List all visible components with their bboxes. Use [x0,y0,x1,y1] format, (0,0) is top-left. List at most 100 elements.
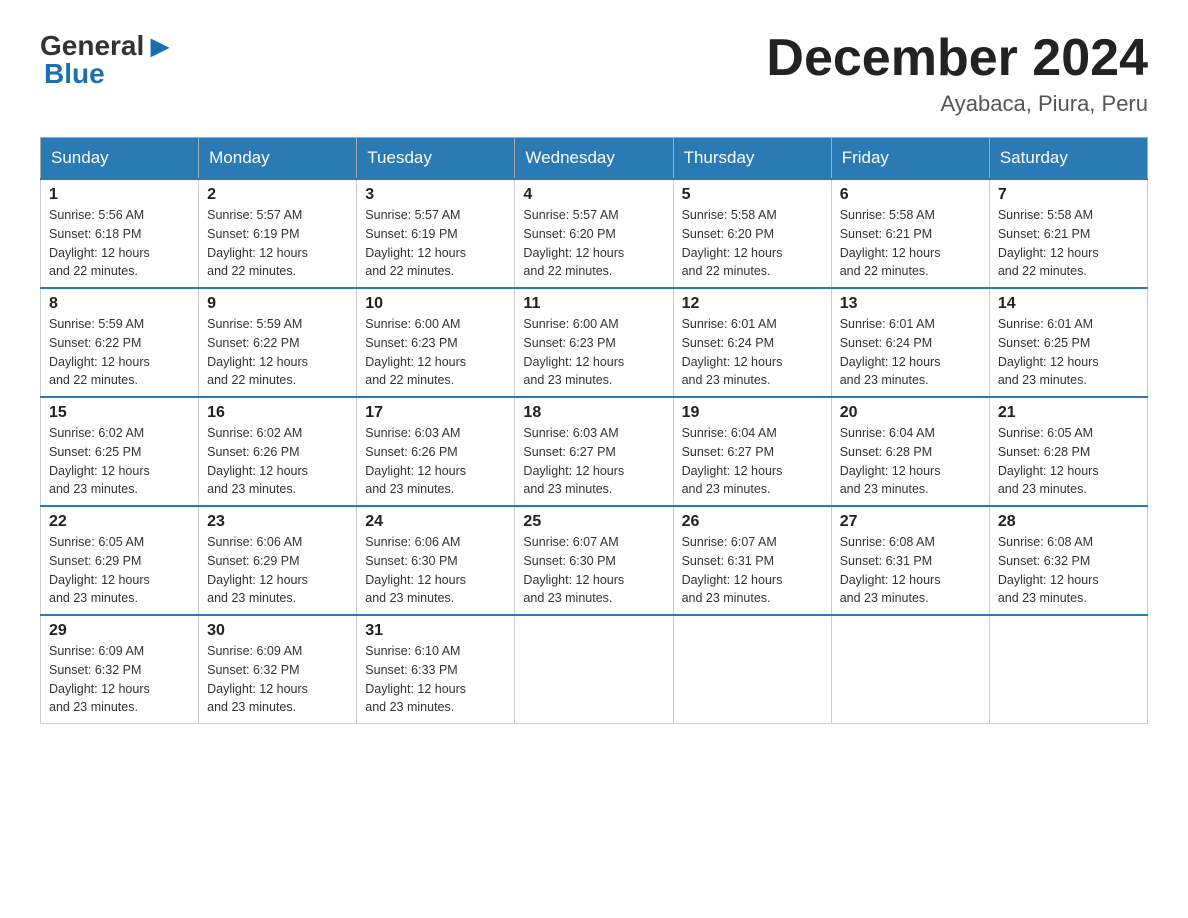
day-number: 22 [49,513,190,531]
day-info: Sunrise: 6:05 AMSunset: 6:29 PMDaylight:… [49,533,190,608]
calendar-cell: 27 Sunrise: 6:08 AMSunset: 6:31 PMDayligh… [831,506,989,615]
week-row-5: 29 Sunrise: 6:09 AMSunset: 6:32 PMDayligh… [41,615,1148,724]
calendar-cell: 23 Sunrise: 6:06 AMSunset: 6:29 PMDayligh… [199,506,357,615]
day-info: Sunrise: 6:07 AMSunset: 6:31 PMDaylight:… [682,533,823,608]
column-header-sunday: Sunday [41,138,199,180]
calendar-cell [831,615,989,724]
column-header-thursday: Thursday [673,138,831,180]
calendar-table: SundayMondayTuesdayWednesdayThursdayFrid… [40,137,1148,724]
calendar-cell: 30 Sunrise: 6:09 AMSunset: 6:32 PMDayligh… [199,615,357,724]
day-number: 24 [365,513,506,531]
logo-blue-text: Blue [40,60,176,88]
day-info: Sunrise: 6:01 AMSunset: 6:24 PMDaylight:… [682,315,823,390]
calendar-cell: 22 Sunrise: 6:05 AMSunset: 6:29 PMDayligh… [41,506,199,615]
day-info: Sunrise: 5:58 AMSunset: 6:21 PMDaylight:… [840,206,981,281]
column-header-tuesday: Tuesday [357,138,515,180]
day-number: 28 [998,513,1139,531]
day-info: Sunrise: 6:01 AMSunset: 6:25 PMDaylight:… [998,315,1139,390]
calendar-cell: 18Sunrise: 6:03 AMSunset: 6:27 PMDayligh… [515,397,673,506]
day-number: 7 [998,186,1139,204]
title-block: December 2024 Ayabaca, Piura, Peru [766,30,1148,117]
day-info: Sunrise: 6:02 AMSunset: 6:25 PMDaylight:… [49,424,190,499]
day-number: 12 [682,295,823,313]
day-info: Sunrise: 6:01 AMSunset: 6:24 PMDaylight:… [840,315,981,390]
calendar-cell: 3 Sunrise: 5:57 AMSunset: 6:19 PMDaylight… [357,179,515,288]
day-info: Sunrise: 6:00 AMSunset: 6:23 PMDaylight:… [365,315,506,390]
calendar-cell: 6 Sunrise: 5:58 AMSunset: 6:21 PMDaylight… [831,179,989,288]
calendar-cell: 4 Sunrise: 5:57 AMSunset: 6:20 PMDaylight… [515,179,673,288]
calendar-cell: 13 Sunrise: 6:01 AMSunset: 6:24 PMDayligh… [831,288,989,397]
day-info: Sunrise: 6:05 AMSunset: 6:28 PMDaylight:… [998,424,1139,499]
day-number: 9 [207,295,348,313]
calendar-cell: 9 Sunrise: 5:59 AMSunset: 6:22 PMDaylight… [199,288,357,397]
calendar-cell: 24 Sunrise: 6:06 AMSunset: 6:30 PMDayligh… [357,506,515,615]
calendar-cell: 25 Sunrise: 6:07 AMSunset: 6:30 PMDayligh… [515,506,673,615]
day-info: Sunrise: 6:02 AMSunset: 6:26 PMDaylight:… [207,424,348,499]
calendar-cell [989,615,1147,724]
week-row-4: 22 Sunrise: 6:05 AMSunset: 6:29 PMDayligh… [41,506,1148,615]
day-number: 6 [840,186,981,204]
day-info: Sunrise: 6:09 AMSunset: 6:32 PMDaylight:… [49,642,190,717]
day-number: 11 [523,295,664,313]
calendar-cell: 31 Sunrise: 6:10 AMSunset: 6:33 PMDayligh… [357,615,515,724]
day-info: Sunrise: 5:56 AMSunset: 6:18 PMDaylight:… [49,206,190,281]
calendar-cell: 11 Sunrise: 6:00 AMSunset: 6:23 PMDayligh… [515,288,673,397]
day-info: Sunrise: 6:08 AMSunset: 6:32 PMDaylight:… [998,533,1139,608]
day-info: Sunrise: 5:59 AMSunset: 6:22 PMDaylight:… [49,315,190,390]
day-info: Sunrise: 5:57 AMSunset: 6:20 PMDaylight:… [523,206,664,281]
day-info: Sunrise: 5:57 AMSunset: 6:19 PMDaylight:… [365,206,506,281]
day-number: 3 [365,186,506,204]
calendar-cell [673,615,831,724]
day-info: Sunrise: 6:00 AMSunset: 6:23 PMDaylight:… [523,315,664,390]
day-number: 21 [998,404,1139,422]
day-number: 1 [49,186,190,204]
calendar-cell: 5Sunrise: 5:58 AMSunset: 6:20 PMDaylight… [673,179,831,288]
column-header-saturday: Saturday [989,138,1147,180]
calendar-cell: 21 Sunrise: 6:05 AMSunset: 6:28 PMDayligh… [989,397,1147,506]
calendar-cell: 17Sunrise: 6:03 AMSunset: 6:26 PMDayligh… [357,397,515,506]
day-info: Sunrise: 6:06 AMSunset: 6:29 PMDaylight:… [207,533,348,608]
day-info: Sunrise: 5:59 AMSunset: 6:22 PMDaylight:… [207,315,348,390]
day-info: Sunrise: 6:06 AMSunset: 6:30 PMDaylight:… [365,533,506,608]
logo-arrow-icon: ► [144,30,176,62]
day-number: 29 [49,622,190,640]
calendar-cell: 29 Sunrise: 6:09 AMSunset: 6:32 PMDayligh… [41,615,199,724]
day-number: 30 [207,622,348,640]
calendar-cell: 28 Sunrise: 6:08 AMSunset: 6:32 PMDayligh… [989,506,1147,615]
day-number: 26 [682,513,823,531]
day-info: Sunrise: 6:09 AMSunset: 6:32 PMDaylight:… [207,642,348,717]
day-info: Sunrise: 6:10 AMSunset: 6:33 PMDaylight:… [365,642,506,717]
day-number: 13 [840,295,981,313]
page-title: December 2024 [766,30,1148,87]
calendar-cell: 19Sunrise: 6:04 AMSunset: 6:27 PMDayligh… [673,397,831,506]
day-info: Sunrise: 5:58 AMSunset: 6:20 PMDaylight:… [682,206,823,281]
column-header-wednesday: Wednesday [515,138,673,180]
logo-general-text: General [40,32,144,60]
day-number: 4 [523,186,664,204]
week-row-3: 15 Sunrise: 6:02 AMSunset: 6:25 PMDayligh… [41,397,1148,506]
page-header: General ► Blue December 2024 Ayabaca, Pi… [40,30,1148,117]
day-info: Sunrise: 6:04 AMSunset: 6:28 PMDaylight:… [840,424,981,499]
day-number: 17 [365,404,506,422]
day-info: Sunrise: 5:57 AMSunset: 6:19 PMDaylight:… [207,206,348,281]
location-subtitle: Ayabaca, Piura, Peru [766,91,1148,117]
day-number: 15 [49,404,190,422]
day-number: 31 [365,622,506,640]
calendar-header-row: SundayMondayTuesdayWednesdayThursdayFrid… [41,138,1148,180]
day-number: 2 [207,186,348,204]
day-number: 19 [682,404,823,422]
calendar-cell: 10Sunrise: 6:00 AMSunset: 6:23 PMDayligh… [357,288,515,397]
day-number: 25 [523,513,664,531]
day-number: 23 [207,513,348,531]
calendar-cell: 14Sunrise: 6:01 AMSunset: 6:25 PMDayligh… [989,288,1147,397]
day-number: 16 [207,404,348,422]
week-row-2: 8Sunrise: 5:59 AMSunset: 6:22 PMDaylight… [41,288,1148,397]
day-number: 18 [523,404,664,422]
calendar-cell: 2 Sunrise: 5:57 AMSunset: 6:19 PMDaylight… [199,179,357,288]
calendar-cell [515,615,673,724]
day-info: Sunrise: 6:07 AMSunset: 6:30 PMDaylight:… [523,533,664,608]
day-info: Sunrise: 5:58 AMSunset: 6:21 PMDaylight:… [998,206,1139,281]
day-number: 27 [840,513,981,531]
column-header-friday: Friday [831,138,989,180]
day-info: Sunrise: 6:08 AMSunset: 6:31 PMDaylight:… [840,533,981,608]
